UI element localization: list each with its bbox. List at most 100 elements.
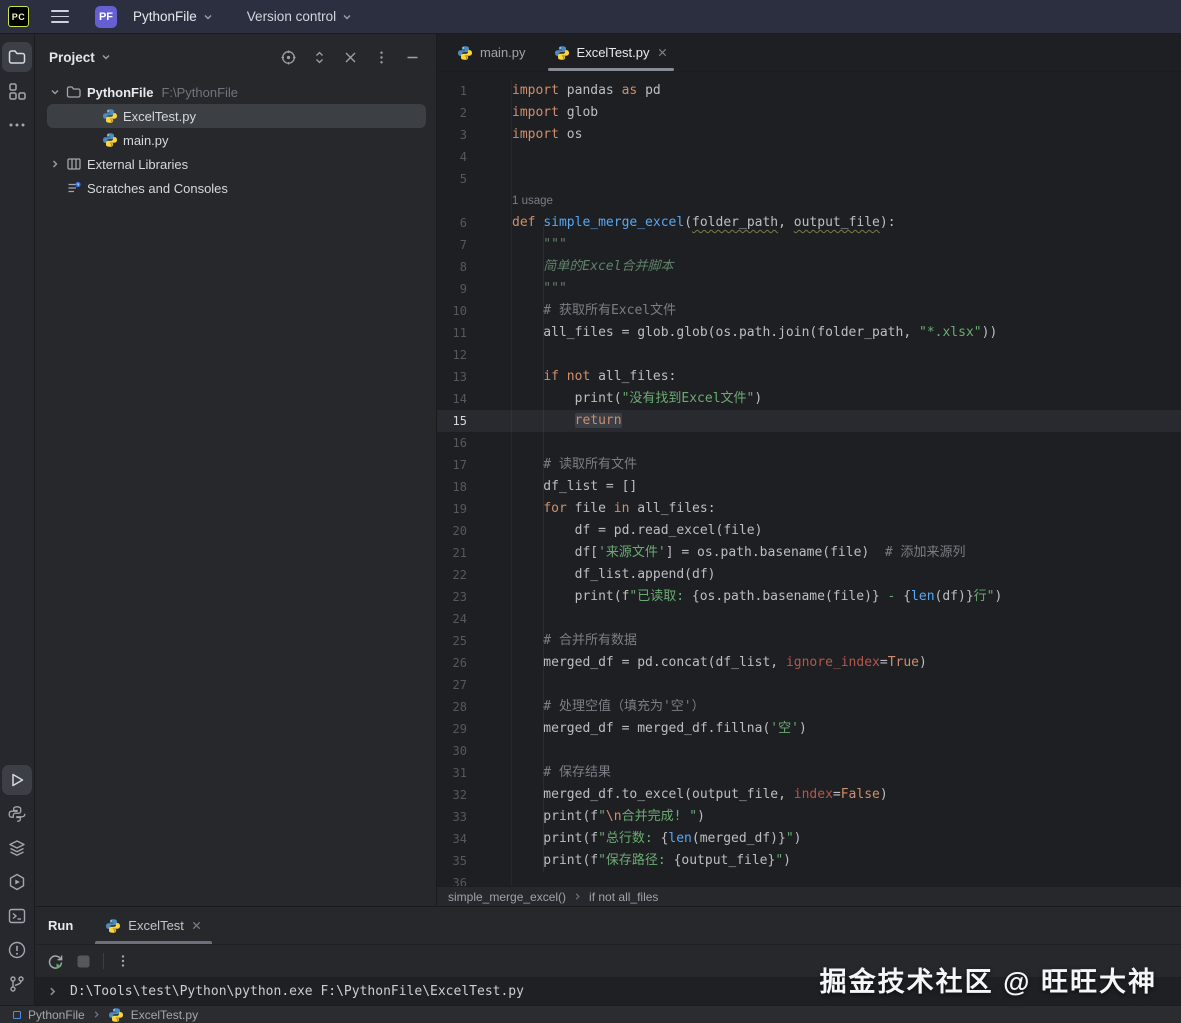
project-status-icon [13, 1011, 21, 1019]
code-line: 30 [437, 740, 1181, 762]
main-menu-hamburger-icon[interactable] [45, 4, 75, 30]
code-editor[interactable]: 1import pandas as pd2import glob3import … [437, 72, 1181, 886]
code-line: 32 merged_df.to_excel(output_file, index… [437, 784, 1181, 806]
line-number: 22 [437, 564, 512, 586]
line-number: 11 [437, 322, 512, 344]
structure-icon[interactable] [2, 76, 32, 106]
tree-item-path: F:\PythonFile [161, 85, 238, 100]
more-tool-windows-icon[interactable] [2, 110, 32, 140]
run-icon[interactable] [2, 765, 32, 795]
tree-item-label: PythonFile [87, 85, 153, 100]
editor-tab-exceltest-py[interactable]: ExcelTest.py [540, 34, 682, 71]
line-number: 29 [437, 718, 512, 740]
expand-collapse-icon[interactable] [307, 45, 331, 69]
options-kebab-icon[interactable] [369, 45, 393, 69]
fold-chevron-icon[interactable] [47, 986, 58, 997]
python-console-icon[interactable] [2, 799, 32, 829]
stop-icon[interactable] [76, 954, 91, 969]
status-file-name[interactable]: ExcelTest.py [131, 1008, 198, 1022]
tree-item-exceltest-py[interactable]: ExcelTest.py [47, 104, 426, 128]
line-number: 35 [437, 850, 512, 872]
line-number: 19 [437, 498, 512, 520]
code-line: 27 [437, 674, 1181, 696]
editor-area: main.py ExcelTest.py 1import pandas as p… [437, 34, 1181, 906]
status-project-name[interactable]: PythonFile [28, 1008, 85, 1022]
locate-file-icon[interactable] [276, 45, 300, 69]
code-line: 2import glob [437, 102, 1181, 124]
run-panel-title: Run [48, 918, 73, 933]
line-number: 9 [437, 278, 512, 300]
rerun-icon[interactable] [47, 953, 64, 970]
line-number: 30 [437, 740, 512, 762]
python-file-icon [108, 1007, 124, 1023]
run-tab-exceltest[interactable]: ExcelTest [95, 907, 212, 944]
code-line: 29 merged_df = merged_df.fillna('空') [437, 718, 1181, 740]
version-control-icon[interactable] [2, 969, 32, 999]
project-selector[interactable]: PythonFile [127, 5, 219, 28]
code-line: 31 # 保存结果 [437, 762, 1181, 784]
python-file-icon [554, 45, 570, 61]
breadcrumb-item[interactable]: if not all_files [589, 890, 658, 904]
project-panel-title[interactable]: Project [49, 50, 111, 65]
indent-guide [543, 226, 544, 872]
services-icon[interactable] [2, 833, 32, 863]
line-number: 8 [437, 256, 512, 278]
console-command-line: D:\Tools\test\Python\python.exe F:\Pytho… [70, 984, 524, 999]
tab-label: main.py [480, 45, 526, 60]
close-icon[interactable] [657, 47, 668, 58]
project-folder-icon[interactable] [2, 42, 32, 72]
line-number: 24 [437, 608, 512, 630]
version-control-menu[interactable]: Version control [241, 5, 358, 28]
scratches-icon [65, 180, 82, 197]
tree-item-pythonfile[interactable]: PythonFile F:\PythonFile [47, 80, 426, 104]
more-options-kebab-icon[interactable] [116, 954, 130, 968]
chevron-down-icon[interactable] [47, 86, 63, 98]
project-selector-label: PythonFile [133, 9, 197, 24]
folder-icon [65, 84, 82, 101]
terminal-icon[interactable] [2, 901, 32, 931]
code-line: 24 [437, 608, 1181, 630]
code-line: 34 print(f"总行数: {len(merged_df)}") [437, 828, 1181, 850]
python-file-icon [105, 918, 121, 934]
chevron-down-icon [342, 12, 352, 22]
activity-bar-bottom [2, 761, 32, 1003]
line-number: 14 [437, 388, 512, 410]
code-line: 23 print(f"已读取: {os.path.basename(file)}… [437, 586, 1181, 608]
breadcrumb-item[interactable]: simple_merge_excel() [448, 890, 566, 904]
toolbar-divider [103, 953, 104, 969]
tree-item-label: Scratches and Consoles [87, 181, 228, 196]
line-number: 12 [437, 344, 512, 366]
project-avatar-badge[interactable]: PF [95, 6, 117, 28]
status-bar: PythonFile ExcelTest.py [0, 1005, 1181, 1023]
activity-bar [0, 34, 35, 1005]
code-line: 5 [437, 168, 1181, 190]
close-icon[interactable] [191, 920, 202, 931]
tree-item-main-py[interactable]: main.py [47, 128, 426, 152]
editor-tab-main-py[interactable]: main.py [443, 34, 540, 71]
pycharm-window: PC PF PythonFile Version control Project… [0, 0, 1181, 1023]
line-number: 15 [437, 410, 512, 432]
line-number: 4 [437, 146, 512, 168]
collapse-all-icon[interactable] [338, 45, 362, 69]
line-number: 17 [437, 454, 512, 476]
code-line: 17 # 读取所有文件 [437, 454, 1181, 476]
chevron-down-icon [101, 52, 111, 62]
tree-item-label: main.py [123, 133, 169, 148]
usage-hint: 1 usage [512, 195, 553, 207]
chevron-right-icon[interactable] [47, 158, 63, 170]
tree-item-scratches-and-consoles[interactable]: Scratches and Consoles [47, 176, 426, 200]
line-number: 25 [437, 630, 512, 652]
watermark-text: 掘金技术社区 @ 旺旺大神 [820, 960, 1157, 999]
run-anything-icon[interactable] [2, 867, 32, 897]
code-line: 21 df['来源文件'] = os.path.basename(file) #… [437, 542, 1181, 564]
chevron-down-icon [203, 12, 213, 22]
python-file-icon [457, 45, 473, 61]
hide-panel-icon[interactable] [400, 45, 424, 69]
line-number: 23 [437, 586, 512, 608]
code-line: 35 print(f"保存路径: {output_file}") [437, 850, 1181, 872]
tree-item-external-libraries[interactable]: External Libraries [47, 152, 426, 176]
code-line: 15 return [437, 410, 1181, 432]
breadcrumb: simple_merge_excel() if not all_files [437, 886, 1181, 906]
line-number: 5 [437, 168, 512, 190]
problems-icon[interactable] [2, 935, 32, 965]
